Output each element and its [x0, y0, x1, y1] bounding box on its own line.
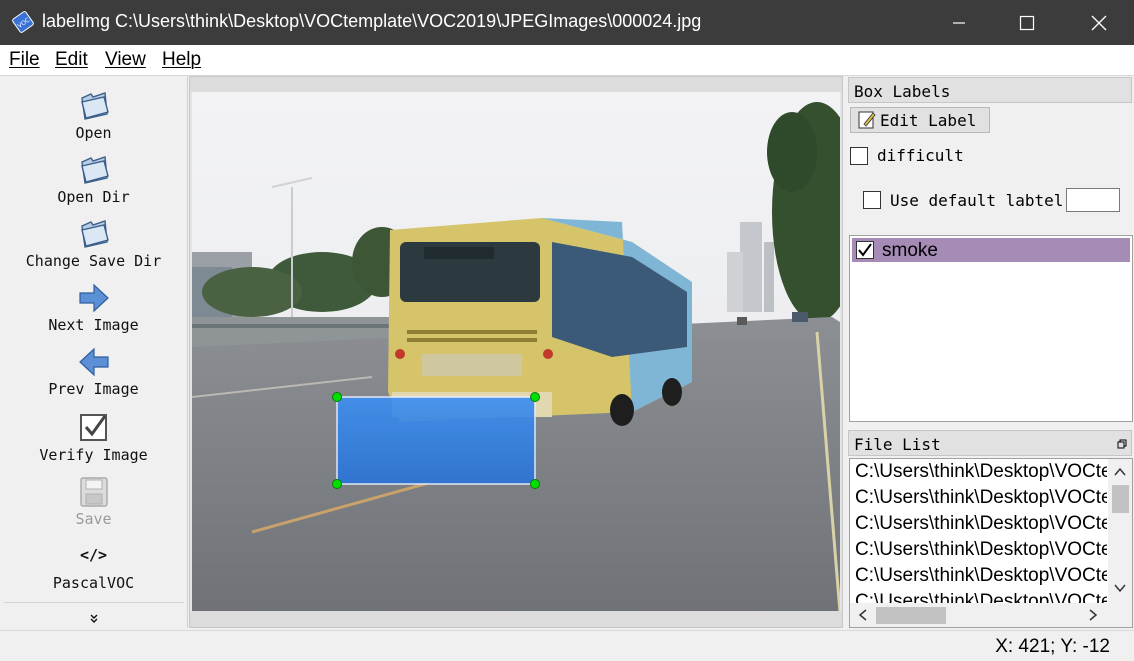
title-bar: VOC labelImg C:\Users\think\Desktop\VOCt… [0, 0, 1134, 45]
scroll-down-icon[interactable] [1108, 579, 1132, 597]
file-list-title: File List [848, 430, 1132, 456]
minimize-icon [953, 21, 965, 24]
change-save-dir-label: Change Save Dir [25, 252, 162, 270]
format-button[interactable]: </> PascalVOC [0, 546, 187, 592]
bounding-box[interactable] [336, 396, 536, 485]
file-list[interactable]: C:\Users\think\Desktop\VOCtemplate\VOC20… [849, 458, 1133, 628]
edit-label-text: Edit Label [880, 110, 977, 130]
menu-edit[interactable]: Edit [55, 49, 88, 71]
edit-icon [858, 111, 876, 129]
verify-image-button[interactable]: Verify Image [0, 412, 187, 464]
file-list-item[interactable]: C:\Users\think\Desktop\VOCtemplate\VOC20… [855, 539, 1107, 561]
label-list[interactable]: smoke [849, 235, 1133, 422]
scroll-right-icon[interactable] [1084, 603, 1102, 627]
bbox-handle[interactable] [530, 392, 540, 402]
bus-photo-illustration [192, 92, 840, 612]
scroll-up-icon[interactable] [1108, 463, 1132, 481]
bbox-handle[interactable] [332, 479, 342, 489]
app-icon: VOC [12, 11, 34, 33]
file-list-item[interactable]: C:\Users\think\Desktop\VOCtemplate\VOC20… [855, 487, 1107, 509]
file-list-vertical-scrollbar[interactable] [1108, 459, 1132, 605]
arrow-left-icon [78, 347, 109, 377]
scroll-left-icon[interactable] [854, 603, 872, 627]
floppy-disk-icon [79, 477, 108, 507]
label-text: smoke [882, 240, 938, 261]
vertical-scroll-thumb[interactable] [1112, 485, 1129, 513]
difficult-checkbox[interactable] [850, 147, 868, 165]
toolbar: Open Open Dir Change Save Dir Next Image… [0, 76, 188, 628]
status-bar: X: 421; Y: -12 [0, 630, 1134, 661]
maximize-icon [1019, 15, 1035, 30]
open-button[interactable]: Open [0, 90, 187, 142]
bbox-handle[interactable] [530, 479, 540, 489]
canvas-bottom-margin [190, 611, 842, 627]
minimize-button[interactable] [936, 0, 982, 45]
double-chevron-down-icon [90, 614, 97, 623]
file-list-title-text: File List [854, 435, 941, 454]
verify-image-label: Verify Image [39, 446, 148, 464]
menu-view[interactable]: View [105, 49, 146, 71]
open-label: Open [75, 124, 112, 142]
label-list-item[interactable]: smoke [852, 238, 1130, 262]
menu-help[interactable]: Help [162, 49, 201, 71]
prev-image-label: Prev Image [48, 380, 139, 398]
open-dir-button[interactable]: Open Dir [0, 154, 187, 206]
right-dock: Box Labels Edit Label difficult Use defa… [848, 76, 1134, 628]
label-visible-checkbox[interactable] [856, 241, 874, 259]
cursor-coordinates: X: 421; Y: -12 [995, 636, 1110, 657]
code-icon: </> [79, 546, 108, 564]
bbox-handle[interactable] [332, 392, 342, 402]
folder-open-icon [80, 92, 109, 120]
arrow-right-icon [78, 283, 109, 313]
checkmark-icon [858, 243, 872, 257]
maximize-button[interactable] [1004, 0, 1050, 45]
box-labels-title: Box Labels [848, 77, 1132, 103]
edit-label-button[interactable]: Edit Label [850, 107, 990, 133]
toolbar-divider [4, 602, 184, 603]
file-list-item[interactable]: C:\Users\think\Desktop\VOCtemplate\VOC20… [855, 461, 1107, 483]
file-list-horizontal-scrollbar[interactable] [850, 603, 1132, 627]
checkbox-checked-icon [79, 414, 107, 441]
close-button[interactable] [1076, 0, 1122, 45]
menu-bar: File Edit View Help [0, 45, 1134, 76]
file-list-item[interactable]: C:\Users\think\Desktop\VOCtemplate\VOC20… [855, 513, 1107, 535]
next-image-label: Next Image [48, 316, 139, 334]
change-save-dir-button[interactable]: Change Save Dir [0, 218, 187, 270]
window-title: labelImg C:\Users\think\Desktop\VOCtempl… [42, 11, 702, 31]
open-dir-label: Open Dir [57, 188, 130, 206]
canvas-top-margin [190, 77, 842, 92]
horizontal-scroll-thumb[interactable] [876, 607, 946, 624]
use-default-label-text: Use default labtel [890, 191, 1064, 210]
save-label: Save [75, 510, 112, 528]
image-photo [192, 92, 840, 612]
file-list-item[interactable]: C:\Users\think\Desktop\VOCtemplate\VOC20… [855, 565, 1107, 587]
float-icon[interactable] [1117, 439, 1127, 449]
toolbar-extension-button[interactable] [0, 612, 187, 624]
difficult-label: difficult [877, 146, 964, 165]
use-default-label-checkbox[interactable] [863, 191, 881, 209]
save-button[interactable]: Save [0, 476, 187, 528]
next-image-button[interactable]: Next Image [0, 282, 187, 334]
close-icon [1091, 15, 1107, 30]
default-label-input[interactable] [1066, 188, 1120, 212]
folder-open-icon [80, 156, 109, 184]
prev-image-button[interactable]: Prev Image [0, 346, 187, 398]
image-canvas[interactable] [189, 76, 843, 628]
folder-open-icon [80, 220, 109, 248]
format-label: PascalVOC [52, 574, 135, 592]
menu-file[interactable]: File [9, 49, 40, 71]
